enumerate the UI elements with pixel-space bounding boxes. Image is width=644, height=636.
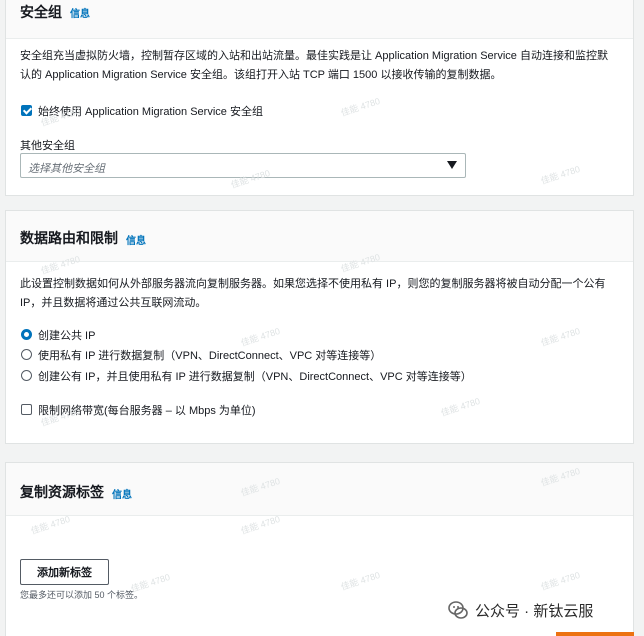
data-routing-header: 数据路由和限制 信息 — [6, 211, 633, 262]
radio-create-public-ip-label: 创建公共 IP — [38, 330, 96, 342]
security-group-description: 安全组充当虚拟防火墙，控制暂存区域的入站和出站流量。最佳实践是让 Applica… — [20, 50, 608, 81]
data-routing-title: 数据路由和限制 — [20, 230, 118, 246]
radio-create-public-ip[interactable] — [21, 329, 32, 340]
other-groups-label: 其他安全组 — [20, 140, 75, 152]
data-routing-panel: 数据路由和限制 信息 此设置控制数据如何从外部服务器流向复制服务器。如果您选择不… — [5, 210, 634, 444]
data-routing-description: 此设置控制数据如何从外部服务器流向复制服务器。如果您选择不使用私有 IP，则您的… — [20, 278, 606, 309]
wechat-icon — [448, 601, 468, 619]
tags-header: 复制资源标签 信息 — [6, 463, 633, 516]
always-use-label: 始终使用 Application Migration Service 安全组 — [38, 106, 263, 118]
radio-private-ip[interactable] — [21, 349, 32, 360]
throttle-bandwidth-label: 限制网络带宽(每台服务器 – 以 Mbps 为单位) — [38, 405, 256, 417]
tags-info-link[interactable]: 信息 — [112, 486, 132, 501]
tags-title: 复制资源标签 — [20, 484, 104, 500]
security-group-info-link[interactable]: 信息 — [70, 5, 90, 20]
select-placeholder: 选择其他安全组 — [28, 163, 105, 175]
always-use-checkbox[interactable] — [21, 105, 32, 116]
data-routing-info-link[interactable]: 信息 — [126, 232, 146, 247]
security-group-title: 安全组 — [20, 4, 62, 20]
radio-private-ip-label: 使用私有 IP 进行数据复制（VPN、DirectConnect、VPC 对等连… — [38, 350, 382, 362]
primary-action-edge — [556, 632, 634, 636]
security-group-header: 安全组 信息 — [6, 0, 633, 39]
radio-public-and-private-ip-label: 创建公有 IP，并且使用私有 IP 进行数据复制（VPN、DirectConne… — [38, 371, 472, 383]
radio-public-and-private-ip[interactable] — [21, 370, 32, 381]
wechat-account-badge: 公众号 · 新钛云服 — [447, 597, 637, 623]
add-new-tag-button[interactable]: 添加新标签 — [20, 559, 109, 585]
throttle-bandwidth-checkbox[interactable] — [21, 404, 32, 415]
other-security-groups-select[interactable]: 选择其他安全组 — [20, 153, 466, 178]
security-group-panel: 安全组 信息 安全组充当虚拟防火墙，控制暂存区域的入站和出站流量。最佳实践是让 … — [5, 0, 634, 196]
tag-limit-hint: 您最多还可以添加 50 个标签。 — [20, 590, 144, 600]
caret-down-icon — [447, 161, 457, 169]
wechat-account-name: 公众号 · 新钛云服 — [475, 602, 594, 620]
